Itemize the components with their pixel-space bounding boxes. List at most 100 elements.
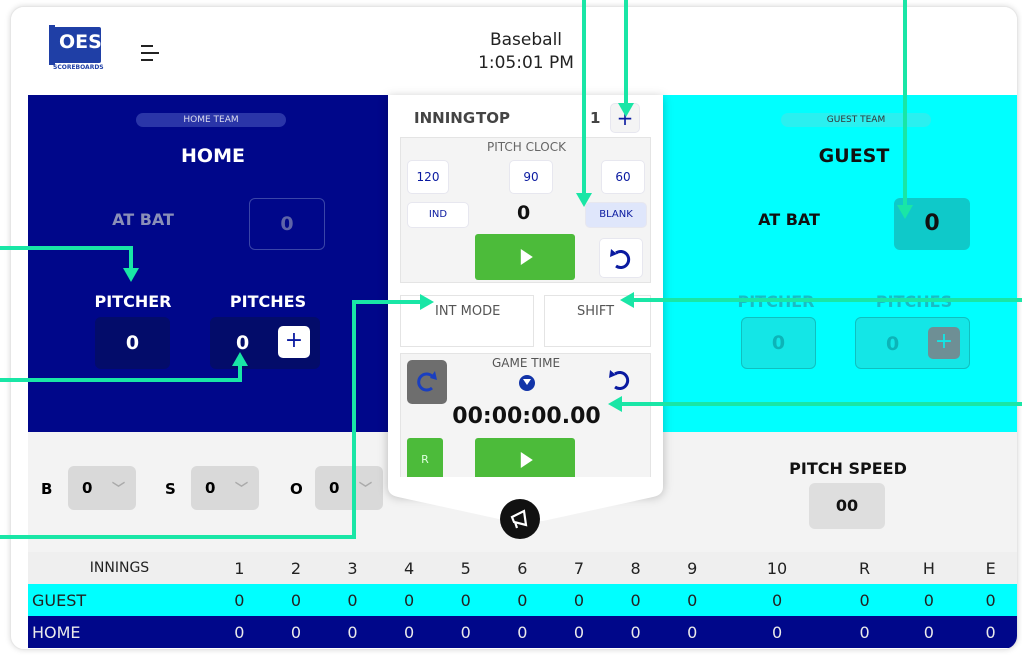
runs-cell[interactable]: 0 [834, 616, 896, 648]
play-icon [520, 249, 533, 265]
home-pitches-plus-button[interactable]: + [278, 326, 310, 358]
score-cell[interactable]: 0 [211, 616, 268, 648]
home-team-name[interactable]: HOME [148, 145, 278, 167]
home-team-badge: HOME TEAM [136, 113, 286, 127]
pitch-clock-title: PITCH CLOCK [487, 140, 566, 154]
errors-cell[interactable]: 0 [962, 616, 1017, 648]
int-mode-label: INT MODE [435, 304, 501, 319]
center-control-panel: INNING TOP 1 + PITCH CLOCK 120 90 60 IND… [388, 95, 663, 495]
outs-value: 0 [329, 479, 340, 497]
score-cell[interactable]: 0 [494, 616, 551, 648]
score-cell[interactable]: 0 [437, 616, 494, 648]
score-cell[interactable]: 0 [324, 616, 381, 648]
guest-at-bat-value[interactable]: 0 [894, 198, 970, 250]
score-cell[interactable]: 0 [381, 584, 438, 616]
balls-label: B [41, 480, 53, 498]
strikes-value: 0 [205, 479, 216, 497]
balls-dropdown[interactable]: 0 ﹀ [68, 466, 136, 510]
score-cell[interactable]: 0 [437, 584, 494, 616]
runs-cell[interactable]: 0 [834, 584, 896, 616]
score-cell[interactable]: 0 [381, 616, 438, 648]
game-time-start-button[interactable] [475, 438, 575, 482]
guest-team-name[interactable]: GUEST [789, 145, 919, 167]
arrow-down-circle-icon[interactable] [519, 375, 535, 391]
score-cell[interactable]: 0 [607, 584, 664, 616]
score-cell[interactable]: 0 [211, 584, 268, 616]
home-innings-row: HOME 0 0 0 0 0 0 0 0 0 0 0 0 0 [28, 616, 1017, 648]
inning-plus-button[interactable]: + [610, 103, 640, 133]
guest-pitcher-value[interactable]: 0 [741, 317, 816, 369]
innings-header: INNINGS [89, 560, 150, 576]
inning-half[interactable]: TOP [476, 109, 510, 127]
pitch-clock-reset-button[interactable] [599, 238, 643, 278]
oes-logo: OES SCOREBOARDS [49, 25, 113, 75]
preset-60-button[interactable]: 60 [601, 160, 645, 194]
errors-cell[interactable]: 0 [962, 584, 1017, 616]
play-icon [520, 452, 533, 468]
guest-innings-row: GUEST 0 0 0 0 0 0 0 0 0 0 0 0 0 [28, 584, 1017, 616]
pitch-clock-start-button[interactable] [475, 234, 575, 280]
horn-button[interactable] [500, 499, 540, 539]
hits-cell[interactable]: 0 [895, 616, 962, 648]
score-cell[interactable]: 0 [268, 584, 325, 616]
home-pitches-label: PITCHES [229, 292, 307, 311]
runs-col-header: R [858, 558, 871, 578]
pitch-speed-value[interactable]: 00 [809, 483, 885, 529]
score-cell[interactable]: 0 [551, 584, 608, 616]
outs-dropdown[interactable]: 0 ﹀ [315, 466, 383, 510]
guest-pitches-value: 0 [886, 333, 900, 355]
preset-90-button[interactable]: 90 [509, 160, 553, 194]
megaphone-icon [510, 509, 528, 529]
inning-col-header: 9 [687, 558, 698, 578]
errors-col-header: E [985, 558, 996, 578]
pitch-speed-label: PITCH SPEED [789, 459, 907, 478]
score-cell[interactable]: 0 [607, 616, 664, 648]
ind-button[interactable]: IND [407, 202, 469, 228]
inning-col-header: 5 [460, 558, 471, 578]
chevron-down-icon: ﹀ [359, 482, 373, 497]
inning-col-header: 1 [234, 558, 245, 578]
inning-col-header: 6 [517, 558, 528, 578]
hits-cell[interactable]: 0 [895, 584, 962, 616]
inning-label: INNING [414, 109, 476, 127]
inning-col-header: 7 [573, 558, 585, 578]
scoreboard-app: OES SCOREBOARDS Baseball 1:05:01 PM HOME… [10, 6, 1018, 650]
score-cell[interactable]: 0 [664, 616, 721, 648]
hits-col-header: H [922, 558, 935, 578]
home-panel: HOME TEAM HOME AT BAT 0 PITCHER PITCHES … [28, 95, 398, 432]
int-mode-button[interactable]: INT MODE [400, 295, 534, 347]
pitch-clock-value: 0 [517, 202, 531, 224]
score-cell[interactable]: 0 [720, 616, 833, 648]
pitch-clock-section: PITCH CLOCK 120 90 60 IND 0 BLANK [400, 137, 651, 283]
score-cell[interactable]: 0 [551, 616, 608, 648]
blank-button[interactable]: BLANK [585, 202, 647, 228]
inning-col-header: 3 [347, 558, 358, 578]
inning-col-header: 4 [404, 558, 415, 578]
menu-icon[interactable] [141, 41, 167, 67]
row-team-name: GUEST [32, 590, 87, 610]
game-time-reset-button[interactable] [599, 360, 643, 400]
shift-button[interactable]: SHIFT [544, 295, 651, 347]
innings-table: INNINGS 1 2 3 4 5 6 7 8 9 10 R H E GUEST… [28, 552, 1017, 648]
strikes-dropdown[interactable]: 0 ﹀ [191, 466, 259, 510]
guest-pitcher-label: PITCHER [737, 292, 815, 311]
score-cell[interactable]: 0 [324, 584, 381, 616]
score-cell[interactable]: 0 [494, 584, 551, 616]
header-title: Baseball 1:05:01 PM [411, 29, 641, 75]
score-cell[interactable]: 0 [720, 584, 833, 616]
clock-direction-button[interactable] [407, 360, 447, 404]
preset-120-button[interactable]: 120 [407, 160, 449, 194]
score-cell[interactable]: 0 [664, 584, 721, 616]
guest-team-badge: GUEST TEAM [781, 113, 931, 127]
game-time-value: 00:00:00.00 [452, 404, 601, 429]
score-cell[interactable]: 0 [268, 616, 325, 648]
outs-label: O [290, 480, 303, 498]
shift-label: SHIFT [577, 304, 615, 319]
home-at-bat-value[interactable]: 0 [249, 198, 325, 250]
inning-col-header: 10 [766, 558, 788, 578]
game-time-r-button[interactable]: R [407, 438, 443, 482]
game-time-section: GAME TIME 00:00:00.00 R [400, 353, 651, 483]
home-at-bat-label: AT BAT [112, 210, 174, 229]
home-pitcher-value[interactable]: 0 [95, 317, 170, 369]
guest-pitches-plus-button[interactable]: + [928, 327, 960, 359]
